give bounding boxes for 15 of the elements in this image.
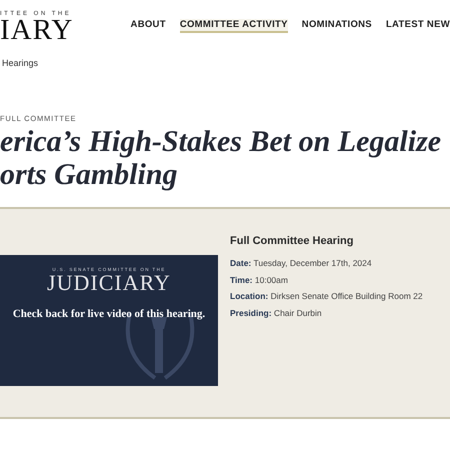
hearing-title: orts Gambling bbox=[0, 158, 179, 191]
nav-link[interactable]: NOMINATIONS bbox=[302, 19, 372, 33]
nav-link[interactable]: LATEST NEW bbox=[386, 19, 450, 33]
detail-line: Time: 10:00am bbox=[230, 274, 289, 286]
video-wordmark: JUDICIARY bbox=[47, 272, 171, 294]
breadcrumb-link[interactable]: Hearings bbox=[2, 58, 450, 68]
detail-line: Location: Dirksen Senate Office Building Room 22 bbox=[230, 290, 423, 303]
hearing-title: erica’s High-Stakes Bet on Legalize bbox=[0, 125, 442, 158]
detail-line: Date: Tuesday, December 17th, 2024 bbox=[230, 257, 373, 270]
logo-wordmark[interactable]: IARY bbox=[0, 17, 121, 43]
details-heading: Full Committee Hearing bbox=[230, 235, 354, 247]
video-message: Check back for live video of this hearing. bbox=[12, 308, 206, 320]
detail-line: Presiding: Chair Durbin bbox=[230, 306, 323, 320]
nav-link[interactable]: ABOUT bbox=[130, 19, 166, 33]
nav-link[interactable]: COMMITTEE ACTIVITY bbox=[180, 19, 288, 33]
